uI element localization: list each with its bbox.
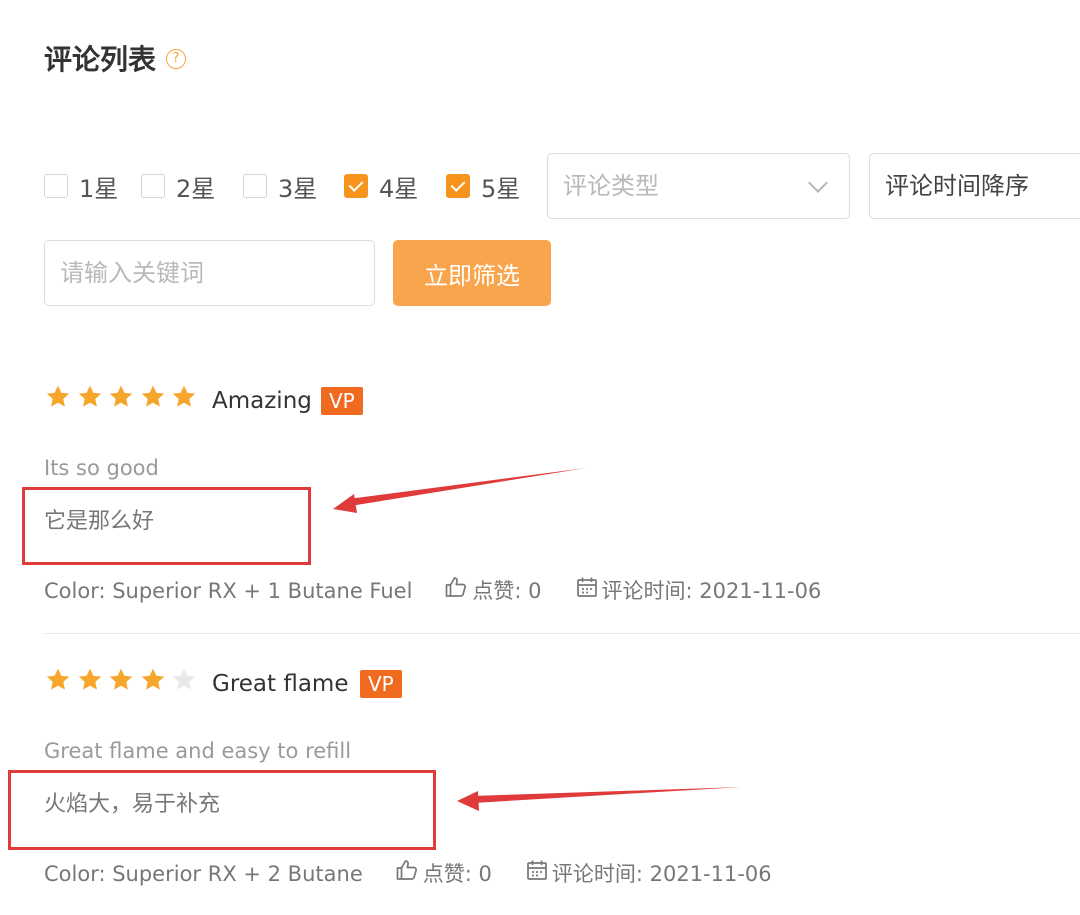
rating-stars bbox=[45, 667, 203, 693]
review-type-select[interactable]: 评论类型 bbox=[547, 153, 850, 219]
vp-badge: VP bbox=[321, 387, 363, 415]
star-filled-icon bbox=[141, 668, 164, 690]
keyword-input[interactable] bbox=[44, 240, 375, 306]
checkbox-4-star[interactable] bbox=[344, 174, 368, 198]
review-divider bbox=[44, 633, 1080, 634]
review-title: Great flame bbox=[212, 671, 349, 697]
thumbs-up-icon[interactable] bbox=[395, 858, 419, 890]
checkbox-label: 4星 bbox=[379, 174, 419, 203]
review-title: Amazing bbox=[212, 388, 312, 414]
review-meta: Color: Superior RX + 2 Butane 点赞: 0 评论时间… bbox=[44, 858, 772, 890]
review-color: Color: Superior RX + 2 Butane bbox=[44, 862, 363, 886]
star-filled-icon bbox=[46, 385, 70, 407]
filter-1-star[interactable]: 1星 bbox=[44, 170, 119, 203]
checkbox-label: 2星 bbox=[176, 174, 216, 203]
checkbox-1-star[interactable] bbox=[44, 174, 68, 198]
sort-value: 评论时间降序 bbox=[885, 172, 1029, 200]
star-filled-icon bbox=[78, 668, 101, 690]
question-circle-icon[interactable]: ? bbox=[166, 49, 186, 69]
sort-select[interactable]: 评论时间降序 bbox=[869, 153, 1080, 219]
review-time: 评论时间: 2021-11-06 bbox=[551, 862, 772, 886]
annotation-arrow-shaft bbox=[472, 787, 742, 803]
star-empty-icon bbox=[172, 668, 196, 690]
star-filled-icon bbox=[46, 668, 70, 690]
checkbox-5-star[interactable] bbox=[446, 174, 470, 198]
calendar-icon bbox=[526, 859, 548, 889]
review-text-en: Great flame and easy to refill bbox=[44, 739, 352, 763]
checkbox-3-star[interactable] bbox=[243, 174, 267, 198]
review-likes: 点赞: 0 bbox=[422, 862, 492, 886]
filter-4-star[interactable]: 4星 bbox=[344, 170, 419, 203]
filter-2-star[interactable]: 2星 bbox=[141, 170, 216, 203]
star-filled-icon bbox=[141, 385, 164, 407]
checkbox-2-star[interactable] bbox=[141, 174, 165, 198]
filter-5-star[interactable]: 5星 bbox=[446, 170, 521, 203]
page-title: 评论列表 bbox=[44, 43, 157, 76]
vp-badge: VP bbox=[360, 670, 402, 698]
star-filled-icon bbox=[172, 385, 196, 407]
checkbox-label: 3星 bbox=[278, 174, 318, 203]
annotation-arrow-head bbox=[333, 494, 357, 513]
star-filled-icon bbox=[109, 668, 133, 690]
review-likes: 点赞: 0 bbox=[472, 579, 542, 603]
review-color: Color: Superior RX + 1 Butane Fuel bbox=[44, 579, 413, 603]
filter-3-star[interactable]: 3星 bbox=[243, 170, 318, 203]
checkbox-label: 1星 bbox=[79, 174, 119, 203]
review-text-en: Its so good bbox=[44, 456, 159, 480]
star-filled-icon bbox=[109, 385, 133, 407]
review-meta: Color: Superior RX + 1 Butane Fuel 点赞: 0… bbox=[44, 575, 821, 607]
review-time: 评论时间: 2021-11-06 bbox=[601, 579, 822, 603]
chevron-down-icon bbox=[808, 173, 828, 193]
annotation-arrow-head bbox=[457, 791, 479, 811]
annotation-arrow-shaft bbox=[348, 468, 586, 506]
star-filled-icon bbox=[78, 385, 101, 407]
calendar-icon bbox=[576, 576, 598, 606]
review-text-zh: 火焰大，易于补充 bbox=[44, 792, 221, 817]
review-text-zh: 它是那么好 bbox=[44, 509, 155, 534]
review-type-placeholder: 评论类型 bbox=[563, 172, 659, 200]
checkbox-label: 5星 bbox=[481, 174, 521, 203]
rating-stars bbox=[45, 384, 203, 410]
filter-submit-button[interactable]: 立即筛选 bbox=[393, 240, 551, 306]
thumbs-up-icon[interactable] bbox=[444, 575, 468, 607]
